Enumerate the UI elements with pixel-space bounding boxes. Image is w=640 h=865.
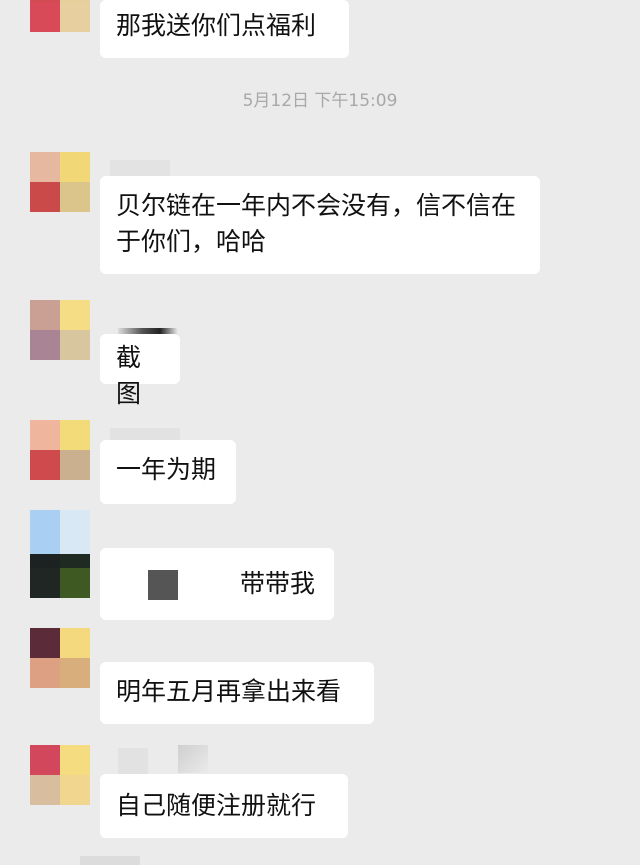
avatar-blurred-lower <box>30 568 90 598</box>
message-bubble[interactable]: 截图 <box>100 334 180 408</box>
avatar-tile <box>30 775 60 805</box>
avatar[interactable] <box>30 420 90 480</box>
message-bubble[interactable]: 带带我 <box>100 548 334 620</box>
message-bubble[interactable]: 自己随便注册就行 <box>100 774 348 838</box>
message-bubble[interactable]: 一年为期 <box>100 440 236 504</box>
avatar-tile <box>30 628 60 658</box>
avatar-tile <box>60 745 90 775</box>
avatar-tile <box>60 300 90 330</box>
message-text: 那我送你们点福利 <box>116 11 317 40</box>
obscured-image <box>148 570 178 600</box>
avatar-tile <box>60 330 90 360</box>
avatar[interactable] <box>30 0 90 32</box>
avatar[interactable] <box>30 628 90 688</box>
avatar-tile <box>60 182 90 212</box>
avatar[interactable] <box>30 152 90 212</box>
avatar-tile <box>30 330 60 360</box>
message-text: 一年为期 <box>116 455 217 484</box>
avatar[interactable] <box>30 745 90 805</box>
message-text: 明年五月再拿出来看 <box>116 677 342 706</box>
message-timestamp: 5月12日 下午15:09 <box>242 91 398 111</box>
avatar-tile <box>30 658 60 688</box>
avatar-tile <box>30 450 60 480</box>
message-text: 带带我 <box>240 569 316 598</box>
message-text: 自己随便注册就行 <box>116 791 317 820</box>
message-text: 贝尔链在一年内不会没有，信不信在于你们，哈哈 <box>116 191 517 256</box>
avatar-tile <box>30 510 60 554</box>
sender-name-blurred <box>178 745 208 773</box>
avatar-tile <box>30 300 60 330</box>
avatar-tile <box>60 2 90 32</box>
avatar-tile <box>60 450 90 480</box>
avatar-tile <box>30 420 60 450</box>
avatar-tile <box>60 420 90 450</box>
next-message-partial <box>80 856 140 865</box>
sender-name-blurred <box>118 748 148 774</box>
avatar-tile <box>60 775 90 805</box>
avatar-tile <box>60 152 90 182</box>
message-bubble[interactable]: 贝尔链在一年内不会没有，信不信在于你们，哈哈 <box>100 176 540 274</box>
avatar-tile <box>30 2 60 32</box>
avatar[interactable] <box>30 300 90 360</box>
message-bubble[interactable]: 那我送你们点福利 <box>100 0 349 58</box>
avatar-tile <box>30 182 60 212</box>
message-text: 截图 <box>116 343 142 408</box>
avatar-tile <box>30 745 60 775</box>
avatar-tile <box>60 628 90 658</box>
avatar-tile <box>60 658 90 688</box>
avatar-tile <box>60 510 90 554</box>
avatar-tile <box>30 152 60 182</box>
message-bubble[interactable]: 明年五月再拿出来看 <box>100 662 374 724</box>
